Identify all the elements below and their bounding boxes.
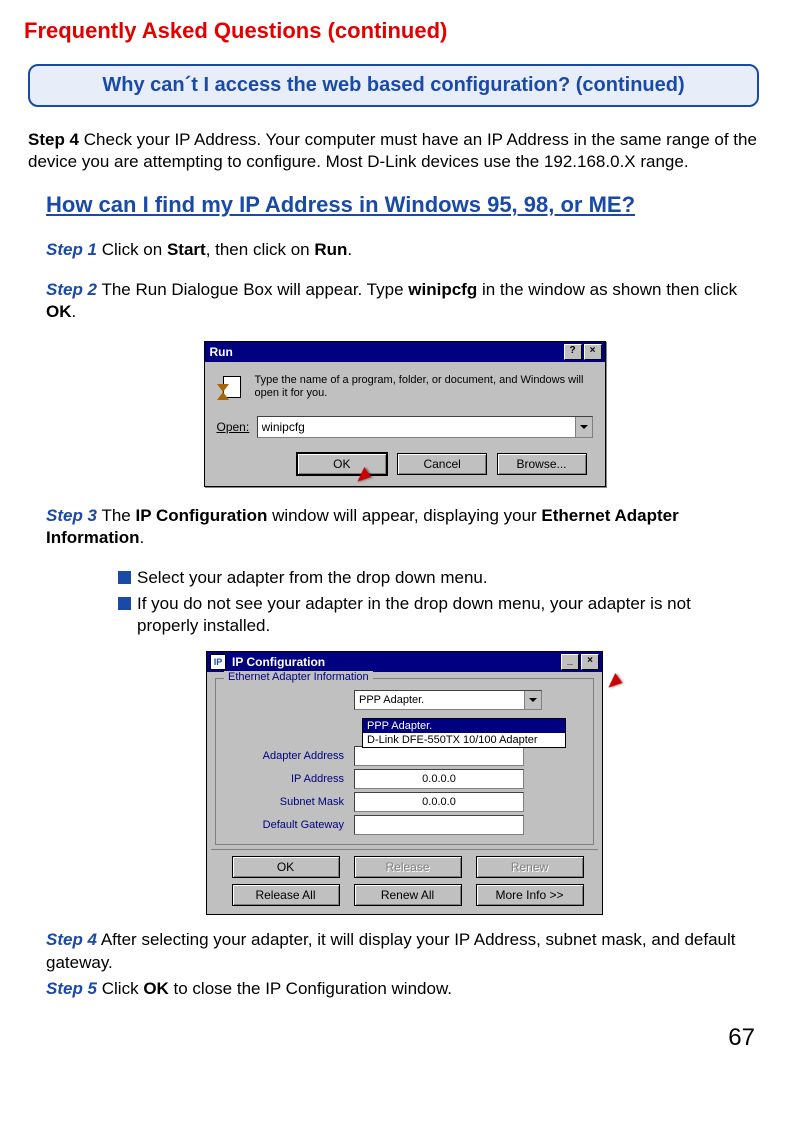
step4b-label: Step 4 xyxy=(46,930,97,949)
renew-all-button[interactable]: Renew All xyxy=(354,884,462,906)
step4-text: Check your IP Address. Your computer mus… xyxy=(28,130,757,171)
adapter-dropdown-button[interactable] xyxy=(524,691,541,709)
step4b-text: After selecting your adapter, it will di… xyxy=(46,930,736,971)
adapter-address-label: Adapter Address xyxy=(224,750,354,762)
step3-label: Step 3 xyxy=(46,506,97,525)
help-button[interactable]: ? xyxy=(564,344,582,360)
close-button[interactable]: × xyxy=(584,344,602,360)
release-button[interactable]: Release xyxy=(354,856,462,878)
adapter-dropdown-list[interactable]: PPP Adapter. D-Link DFE-550TX 10/100 Ada… xyxy=(362,718,566,748)
browse-button[interactable]: Browse... xyxy=(497,453,587,475)
default-gateway-value xyxy=(354,815,524,835)
open-dropdown-button[interactable] xyxy=(575,417,592,437)
step4b-line: Step 4 After selecting your adapter, it … xyxy=(46,929,763,973)
group-legend: Ethernet Adapter Information xyxy=(224,671,373,683)
step3-line: Step 3 The IP Configuration window will … xyxy=(46,505,763,549)
ip-address-label: IP Address xyxy=(224,773,354,785)
step1-line: Step 1 Click on Start, then click on Run… xyxy=(46,239,763,261)
subnet-mask-value: 0.0.0.0 xyxy=(354,792,524,812)
run-titlebar: Run ? × xyxy=(205,342,605,362)
default-gateway-label: Default Gateway xyxy=(224,819,354,831)
ipconfig-titlebar: IP IP Configuration _ × xyxy=(207,652,602,672)
step2-line: Step 2 The Run Dialogue Box will appear.… xyxy=(46,279,763,323)
bullet-1: Select your adapter from the drop down m… xyxy=(118,567,743,589)
close-button[interactable]: × xyxy=(581,654,599,670)
page-number: 67 xyxy=(24,1024,763,1052)
open-input[interactable] xyxy=(258,417,575,437)
ip-address-value: 0.0.0.0 xyxy=(354,769,524,789)
sub-heading: How can I find my IP Address in Windows … xyxy=(46,191,763,219)
ok-button[interactable]: OK xyxy=(296,452,388,476)
run-title: Run xyxy=(208,345,562,359)
ipconfig-dialog: IP IP Configuration _ × Ethernet Adapter… xyxy=(206,651,603,915)
question-banner: Why can´t I access the web based configu… xyxy=(28,64,759,107)
run-hint: Type the name of a program, folder, or d… xyxy=(255,374,593,400)
step5-label: Step 5 xyxy=(46,979,97,998)
square-bullet-icon xyxy=(118,571,131,584)
minimize-button[interactable]: _ xyxy=(561,654,579,670)
bullet-1-text: Select your adapter from the drop down m… xyxy=(137,567,488,589)
ipconfig-app-icon: IP xyxy=(210,654,226,670)
adapter-selected: PPP Adapter. xyxy=(355,691,524,709)
page-title: Frequently Asked Questions (continued) xyxy=(24,18,763,44)
pointer-arrow-icon xyxy=(604,674,622,692)
adapter-combobox[interactable]: PPP Adapter. xyxy=(354,690,542,710)
square-bullet-icon xyxy=(118,597,131,610)
step5-line: Step 5 Click OK to close the IP Configur… xyxy=(46,978,763,1000)
step2-label: Step 2 xyxy=(46,280,97,299)
ipconfig-title: IP Configuration xyxy=(230,655,559,669)
more-info-button[interactable]: More Info >> xyxy=(476,884,584,906)
subnet-mask-label: Subnet Mask xyxy=(224,796,354,808)
adapter-address-value xyxy=(354,746,524,766)
step1-label: Step 1 xyxy=(46,240,97,259)
open-label: Open: xyxy=(217,420,257,434)
adapter-option-2[interactable]: D-Link DFE-550TX 10/100 Adapter xyxy=(363,733,565,747)
step4-label: Step 4 xyxy=(28,130,79,149)
run-icon xyxy=(217,374,247,404)
release-all-button[interactable]: Release All xyxy=(232,884,340,906)
renew-button[interactable]: Renew xyxy=(476,856,584,878)
bullet-2-text: If you do not see your adapter in the dr… xyxy=(137,593,743,637)
adapter-info-group: Ethernet Adapter Information PPP Adapter… xyxy=(215,678,594,845)
run-dialog: Run ? × Type the name of a program, fold… xyxy=(204,341,606,487)
ok-button[interactable]: OK xyxy=(232,856,340,878)
cancel-button[interactable]: Cancel xyxy=(397,453,487,475)
open-combobox[interactable] xyxy=(257,416,593,438)
bullet-2: If you do not see your adapter in the dr… xyxy=(118,593,743,637)
step4-intro: Step 4 Check your IP Address. Your compu… xyxy=(28,129,759,173)
adapter-option-1[interactable]: PPP Adapter. xyxy=(363,719,565,733)
